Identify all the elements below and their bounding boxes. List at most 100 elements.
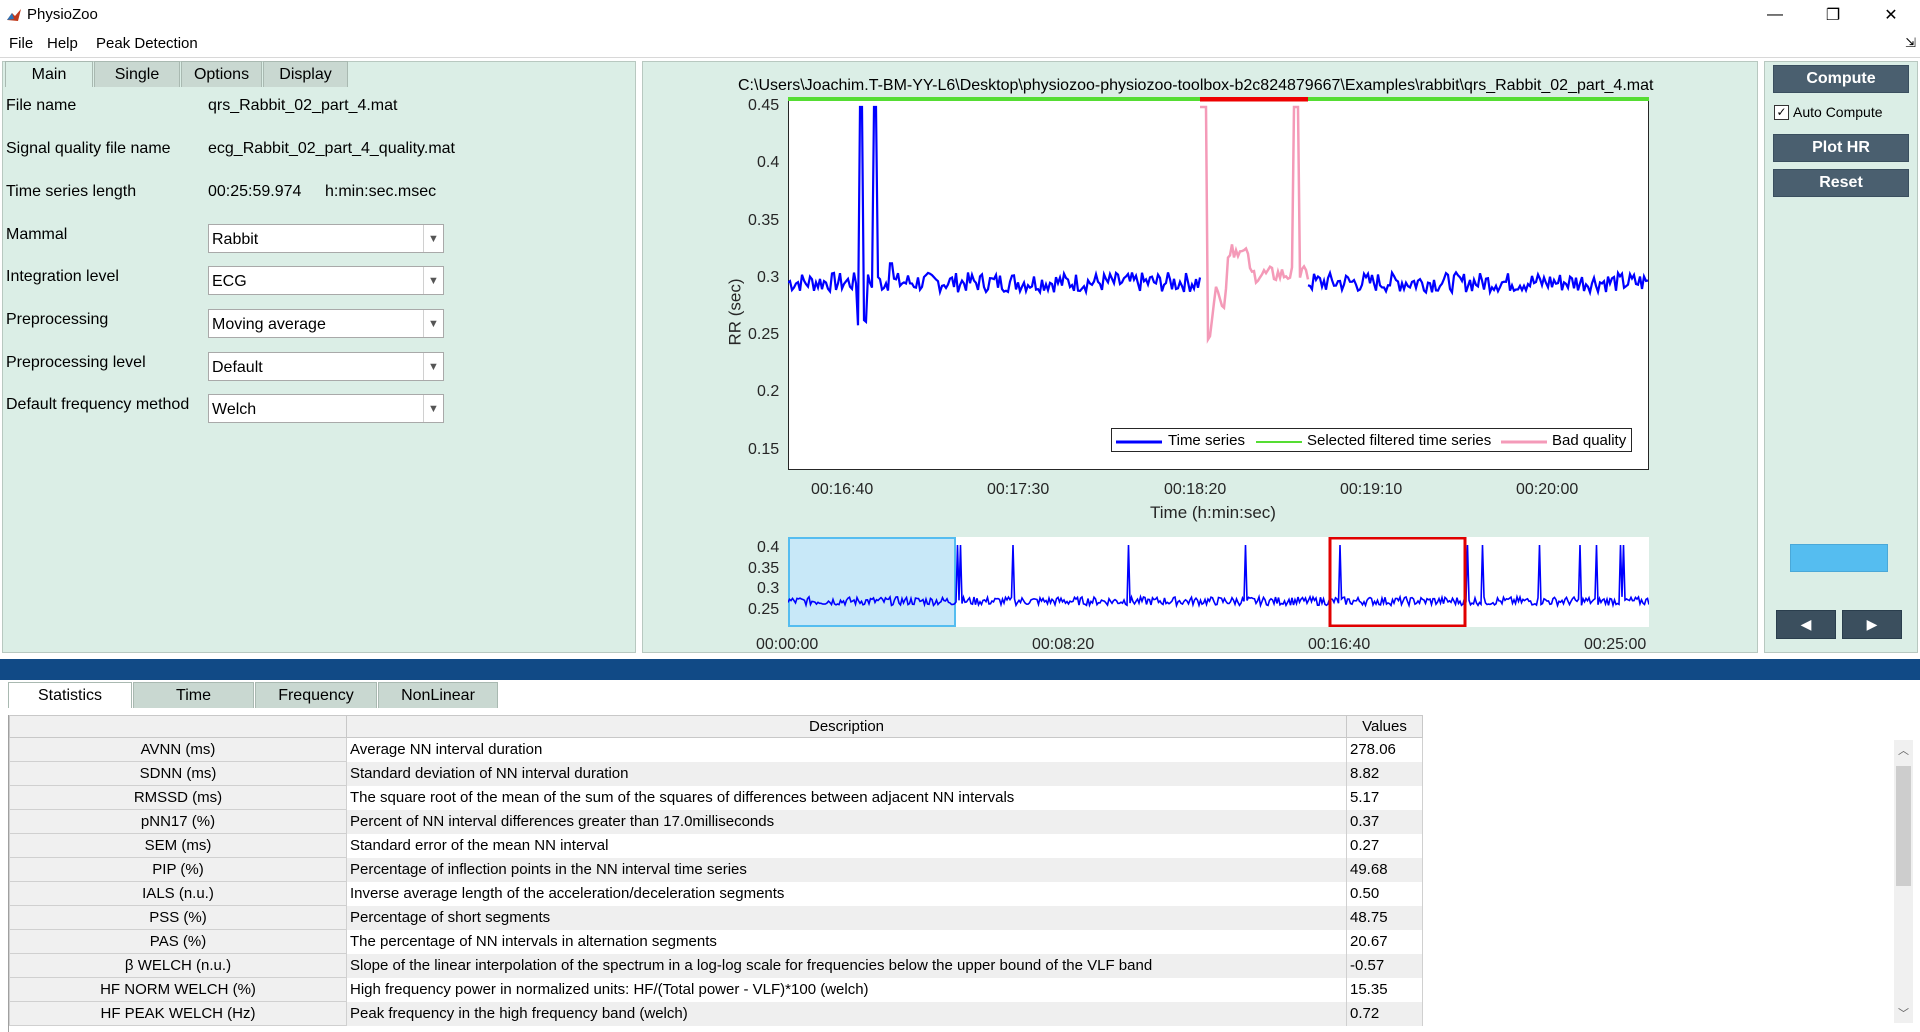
title-bar: PhysioZoo — ❐ ✕ <box>0 0 1920 30</box>
row-value: 0.37 <box>1346 809 1423 834</box>
left-tab-bar: Main Single Options Display <box>5 61 349 87</box>
overview-plot-canvas <box>788 537 1649 627</box>
row-value: 8.82 <box>1346 761 1423 786</box>
column-header-description[interactable]: Description <box>346 715 1347 738</box>
y-tick: 0.35 <box>748 212 780 229</box>
tab-display[interactable]: Display <box>263 61 348 87</box>
window-title: PhysioZoo <box>27 6 98 23</box>
close-button[interactable]: ✕ <box>1862 0 1920 30</box>
x-axis-label: Time (h:min:sec) <box>1150 503 1276 522</box>
preprocessing-select[interactable]: Moving average ▼ <box>208 309 444 338</box>
overview-y-tick: 0.4 <box>757 539 780 556</box>
row-name: SEM (ms) <box>9 833 347 858</box>
row-description: The square root of the mean of the sum o… <box>346 785 1347 810</box>
tab-main[interactable]: Main <box>5 61 93 87</box>
compute-button[interactable]: Compute <box>1773 65 1909 93</box>
arrow-left-icon: ◀ <box>1800 616 1812 632</box>
legend-bad-quality: Bad quality <box>1552 432 1627 449</box>
table-row[interactable]: PIP (%) Percentage of inflection points i… <box>9 857 1423 882</box>
x-tick: 00:20:00 <box>1516 481 1579 498</box>
chevron-down-icon: ▼ <box>423 310 443 337</box>
table-header-row: Description Values <box>9 715 1423 738</box>
statistics-table[interactable]: Description Values AVNN (ms) Average NN i… <box>8 715 1920 1032</box>
row-value: 0.27 <box>1346 833 1423 858</box>
row-description: High frequency power in normalized units… <box>346 977 1347 1002</box>
x-tick: 00:19:10 <box>1340 481 1403 498</box>
column-header-values[interactable]: Values <box>1346 715 1423 738</box>
row-name: PAS (%) <box>9 929 347 954</box>
table-row[interactable]: SDNN (ms) Standard deviation of NN interv… <box>9 761 1423 786</box>
scroll-down-icon[interactable]: ﹀ <box>1894 1005 1913 1021</box>
table-scrollbar[interactable]: ︿ ﹀ <box>1894 740 1913 1023</box>
preprocessing-level-value: Default <box>212 359 263 376</box>
row-name: PIP (%) <box>9 857 347 882</box>
row-name: pNN17 (%) <box>9 809 347 834</box>
tab-frequency[interactable]: Frequency <box>255 682 377 708</box>
rr-time-series-line <box>1307 269 1649 297</box>
reset-button[interactable]: Reset <box>1773 169 1909 197</box>
overview-y-tick: 0.3 <box>757 580 780 597</box>
plot-hr-button[interactable]: Plot HR <box>1773 134 1909 162</box>
color-swatch-button[interactable] <box>1790 544 1888 572</box>
y-axis-label: RR (sec) <box>725 278 745 346</box>
frequency-method-select[interactable]: Welch ▼ <box>208 394 444 423</box>
table-row[interactable]: PAS (%) The percentage of NN intervals in… <box>9 929 1423 954</box>
preprocessing-label: Preprocessing <box>6 311 109 328</box>
y-tick: 0.45 <box>748 97 780 114</box>
row-description: Percentage of short segments <box>346 905 1347 930</box>
previous-window-button[interactable]: ◀ <box>1776 610 1836 639</box>
row-value: 0.50 <box>1346 881 1423 906</box>
row-name: β WELCH (n.u.) <box>9 953 347 978</box>
preprocessing-level-select[interactable]: Default ▼ <box>208 352 444 381</box>
mammal-select[interactable]: Rabbit ▼ <box>208 224 444 253</box>
next-window-button[interactable]: ▶ <box>1842 610 1902 639</box>
table-row[interactable]: IALS (n.u.) Inverse average length of the… <box>9 881 1423 906</box>
tab-single[interactable]: Single <box>94 61 180 87</box>
tab-options[interactable]: Options <box>181 61 262 87</box>
row-name: IALS (n.u.) <box>9 881 347 906</box>
table-row[interactable]: HF PEAK WELCH (Hz) Peak frequency in the … <box>9 1001 1423 1026</box>
auto-compute-checkbox-row[interactable]: ✓ Auto Compute <box>1774 104 1883 120</box>
menu-peak-detection[interactable]: Peak Detection <box>96 35 198 52</box>
matlab-icon <box>6 7 22 23</box>
close-icon: ✕ <box>1884 7 1898 24</box>
overview-x-tick: 00:08:20 <box>1032 636 1095 653</box>
overview-x-tick: 00:16:40 <box>1308 636 1371 653</box>
table-row[interactable]: β WELCH (n.u.) Slope of the linear interp… <box>9 953 1423 978</box>
x-tick: 00:18:20 <box>1164 481 1227 498</box>
frequency-method-value: Welch <box>212 401 257 418</box>
chevron-down-icon: ▼ <box>423 267 443 294</box>
preprocessing-level-label: Preprocessing level <box>6 354 146 371</box>
row-name: RMSSD (ms) <box>9 785 347 810</box>
menu-file[interactable]: File <box>9 35 33 52</box>
panel-splitter[interactable] <box>0 659 1920 680</box>
row-name: PSS (%) <box>9 905 347 930</box>
undock-icon[interactable]: ⇲ <box>1905 35 1916 51</box>
integration-level-select[interactable]: ECG ▼ <box>208 266 444 295</box>
scroll-thumb[interactable] <box>1896 766 1911 886</box>
table-row[interactable]: AVNN (ms) Average NN interval duration 278… <box>9 737 1423 762</box>
y-tick: 0.25 <box>748 326 780 343</box>
tab-statistics[interactable]: Statistics <box>8 682 132 708</box>
restore-button[interactable]: ❐ <box>1804 0 1862 30</box>
legend-selected: Selected filtered time series <box>1307 432 1492 449</box>
minimize-button[interactable]: — <box>1746 0 1804 30</box>
overview-x-tick: 00:00:00 <box>756 636 819 653</box>
table-row[interactable]: PSS (%) Percentage of short segments 48.75 <box>9 905 1423 930</box>
overview-y-tick: 0.25 <box>748 601 780 618</box>
signal-quality-value: ecg_Rabbit_02_part_4_quality.mat <box>208 140 455 157</box>
menu-help[interactable]: Help <box>47 35 78 52</box>
table-row[interactable]: HF NORM WELCH (%) High frequency power in… <box>9 977 1423 1002</box>
menu-bar: File Help Peak Detection ⇲ <box>0 30 1920 58</box>
table-row[interactable]: SEM (ms) Standard error of the mean NN in… <box>9 833 1423 858</box>
table-row[interactable]: RMSSD (ms) The square root of the mean of… <box>9 785 1423 810</box>
row-value: 20.67 <box>1346 929 1423 954</box>
bad-quality-series-line <box>1200 105 1310 344</box>
auto-compute-checkbox[interactable]: ✓ <box>1774 104 1789 120</box>
tab-time[interactable]: Time <box>133 682 254 708</box>
tab-nonlinear[interactable]: NonLinear <box>378 682 498 708</box>
scroll-up-icon[interactable]: ︿ <box>1894 742 1913 758</box>
row-description: Inverse average length of the accelerati… <box>346 881 1347 906</box>
table-row[interactable]: pNN17 (%) Percent of NN interval differen… <box>9 809 1423 834</box>
legend[interactable]: Time series Selected filtered time serie… <box>1111 428 1632 452</box>
